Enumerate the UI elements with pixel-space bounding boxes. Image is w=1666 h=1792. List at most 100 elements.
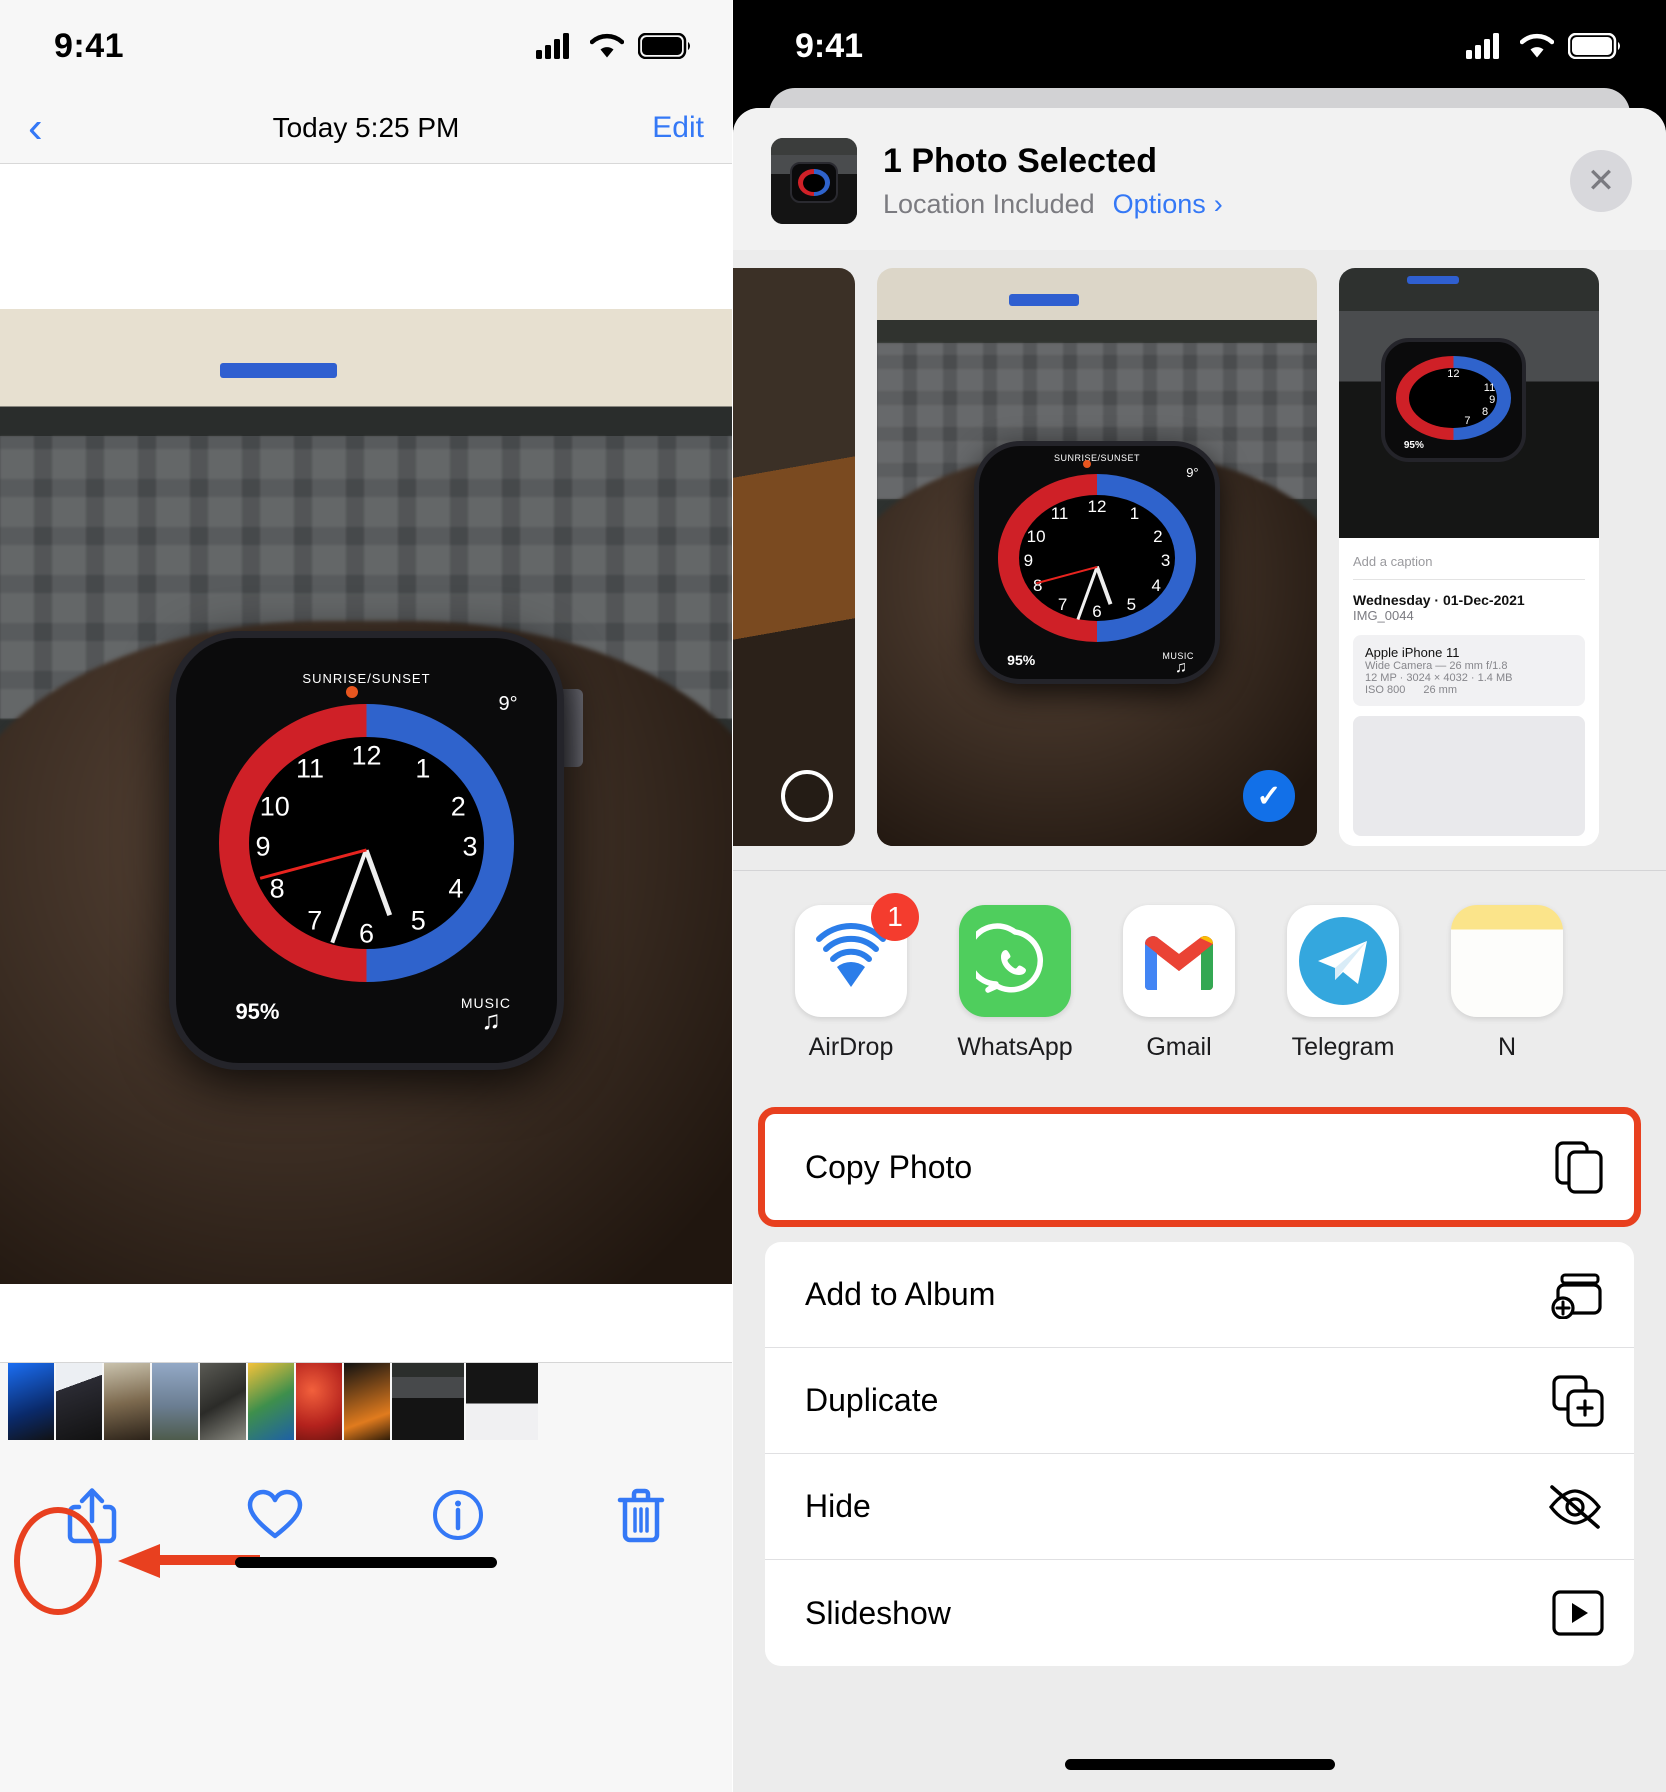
action-group-copy-photo: Copy Photo xyxy=(758,1107,1641,1227)
action-row-slideshow[interactable]: Slideshow xyxy=(765,1560,1634,1666)
selected-photo-thumbnail[interactable] xyxy=(771,138,857,224)
share-target-label: Gmail xyxy=(1146,1033,1212,1061)
share-apps-row[interactable]: 1 AirDrop WhatsApp Gmail Telegram N xyxy=(733,870,1666,1088)
options-label: Options xyxy=(1112,189,1206,219)
share-target-label: AirDrop xyxy=(808,1033,894,1061)
filmstrip-thumb-metadata[interactable] xyxy=(466,1363,538,1441)
page-title: Today 5:25 PM xyxy=(272,111,460,143)
selection-subtitle-row: Location Included Options › xyxy=(883,189,1544,220)
share-target-notes[interactable]: N xyxy=(1425,905,1589,1062)
filmstrip-thumb[interactable] xyxy=(104,1363,150,1441)
action-row-copy-photo[interactable]: Copy Photo xyxy=(765,1114,1634,1220)
filmstrip-thumb[interactable] xyxy=(152,1363,198,1441)
share-target-label: WhatsApp xyxy=(957,1033,1073,1061)
share-sheet-header: 1 Photo Selected Location Included Optio… xyxy=(733,108,1666,250)
wifi-icon xyxy=(1520,33,1554,59)
share-sheet: 1 Photo Selected Location Included Optio… xyxy=(733,108,1666,1792)
home-indicator xyxy=(235,1557,497,1568)
options-button[interactable]: Options › xyxy=(1113,189,1223,220)
photo-metadata-card: Add a caption Wednesday · 01-Dec-2021 IM… xyxy=(1339,538,1599,846)
share-target-whatsapp[interactable]: WhatsApp xyxy=(933,905,1097,1062)
notes-icon xyxy=(1451,905,1563,1017)
metadata-footer: ⇧ ◯ xyxy=(1353,836,1585,846)
music-note-icon: ♫ xyxy=(481,1005,501,1036)
signal-bars-icon xyxy=(536,33,576,59)
caption-input[interactable]: Add a caption xyxy=(1353,554,1585,580)
action-group-main: Add to Album Duplicate Hide Slideshow xyxy=(765,1242,1634,1666)
back-button[interactable]: ‹ xyxy=(28,105,43,149)
filmstrip-thumb[interactable] xyxy=(296,1363,342,1441)
info-button[interactable] xyxy=(366,1489,549,1541)
filmstrip-thumb[interactable] xyxy=(8,1363,54,1441)
photo-blue-tab xyxy=(219,362,338,379)
preview-card-previous[interactable] xyxy=(733,268,855,846)
share-target-airdrop[interactable]: 1 AirDrop xyxy=(769,893,933,1062)
filmstrip-thumb-current[interactable] xyxy=(392,1363,464,1441)
dial-hour-numbers: 12 1 2 3 4 5 6 7 8 9 10 11 xyxy=(255,740,478,949)
home-indicator xyxy=(1064,1759,1335,1770)
copy-icon xyxy=(1554,1140,1604,1194)
share-target-gmail[interactable]: Gmail xyxy=(1097,905,1261,1062)
left-nav-bar: ‹ Today 5:25 PM Edit xyxy=(0,92,732,164)
dial-orange-dot xyxy=(346,685,359,698)
metadata-filename: IMG_0044 xyxy=(1353,608,1414,623)
info-icon xyxy=(432,1489,484,1541)
share-button[interactable] xyxy=(0,1485,260,1615)
edit-button[interactable]: Edit xyxy=(652,111,704,145)
preview-selected-check[interactable]: ✓ xyxy=(1243,770,1295,822)
telegram-icon xyxy=(1287,905,1399,1017)
metadata-lens: Wide Camera — 26 mm f/1.8 xyxy=(1365,660,1508,672)
action-row-hide[interactable]: Hide xyxy=(765,1454,1634,1560)
battery-icon xyxy=(1568,33,1622,59)
selection-title: 1 Photo Selected xyxy=(883,142,1157,180)
metadata-device: Apple iPhone 11 xyxy=(1365,645,1460,660)
metadata-iso: ISO 800 xyxy=(1365,684,1406,696)
close-button[interactable]: ✕ xyxy=(1570,150,1632,212)
preview-card-metadata[interactable]: 12 11 9 8 7 95% Add a caption Wednesday … xyxy=(1339,268,1599,846)
metadata-focal: 26 mm xyxy=(1423,684,1457,696)
metadata-date: Wednesday · 01-Dec-2021 xyxy=(1353,592,1525,608)
photo-filmstrip[interactable] xyxy=(0,1362,732,1441)
filmstrip-thumb[interactable] xyxy=(200,1363,246,1441)
wifi-icon xyxy=(590,33,624,59)
preview-select-circle[interactable] xyxy=(781,770,833,822)
metadata-resolution: 12 MP · 3024 × 4032 · 1.4 MB xyxy=(1365,672,1513,684)
dial-sunrise-sunset-label: SUNRISE/SUNSET xyxy=(302,671,431,687)
metadata-device-box: Apple iPhone 11 Wide Camera — 26 mm f/1.… xyxy=(1353,635,1585,706)
share-target-label: N xyxy=(1497,1033,1517,1061)
preview-card-current[interactable]: 12 1 2 3 4 5 6 7 8 9 10 11 SUNRISE/SUNSE… xyxy=(877,268,1317,846)
add-to-album-icon xyxy=(1548,1271,1604,1319)
hero-photo-apple-watch[interactable]: 12 1 2 3 4 5 6 7 8 9 10 11 SUNRISE/SUNSE… xyxy=(0,309,732,1284)
filmstrip-thumb[interactable] xyxy=(344,1363,390,1441)
battery-icon xyxy=(638,33,692,59)
action-label: Add to Album xyxy=(805,1276,996,1312)
watch-dial: 12 1 2 3 4 5 6 7 8 9 10 11 SUNRISE/SUNSE… xyxy=(198,667,534,1035)
metadata-preview-watch: 12 11 9 8 7 95% xyxy=(1380,338,1527,463)
hide-eye-slash-icon xyxy=(1546,1484,1604,1529)
action-row-duplicate[interactable]: Duplicate xyxy=(765,1348,1634,1454)
chevron-right-icon: › xyxy=(1213,189,1223,219)
left-status-bar: 9:41 xyxy=(0,0,732,92)
airdrop-icon: 1 xyxy=(795,893,919,1017)
status-time: 9:41 xyxy=(54,26,125,65)
duplicate-icon xyxy=(1552,1374,1604,1427)
delete-button[interactable] xyxy=(549,1487,732,1543)
favorite-button[interactable] xyxy=(183,1489,366,1541)
dial-battery-percent: 95% xyxy=(235,999,280,1025)
metadata-map-placeholder[interactable] xyxy=(1353,716,1585,836)
action-label: Copy Photo xyxy=(805,1148,973,1185)
left-phone-photos-viewer: 9:41 ‹ Today 5:25 PM Edit 12 1 2 3 4 5 6… xyxy=(0,0,733,1792)
photo-preview-carousel[interactable]: 12 1 2 3 4 5 6 7 8 9 10 11 SUNRISE/SUNSE… xyxy=(733,250,1666,870)
right-status-bar: 9:41 xyxy=(733,0,1666,92)
share-target-label: Telegram xyxy=(1291,1033,1395,1061)
location-included-label: Location Included xyxy=(883,189,1095,219)
left-bottom-toolbar xyxy=(0,1440,732,1615)
share-target-telegram[interactable]: Telegram xyxy=(1261,905,1425,1062)
dual-phone-screenshot: 9:41 ‹ Today 5:25 PM Edit 12 1 2 3 4 5 6… xyxy=(0,0,1666,1792)
heart-icon xyxy=(247,1489,303,1541)
action-row-add-to-album[interactable]: Add to Album xyxy=(765,1242,1634,1348)
whatsapp-icon xyxy=(959,905,1071,1017)
filmstrip-thumb[interactable] xyxy=(56,1363,102,1441)
filmstrip-thumb[interactable] xyxy=(248,1363,294,1441)
gmail-icon xyxy=(1123,905,1235,1017)
